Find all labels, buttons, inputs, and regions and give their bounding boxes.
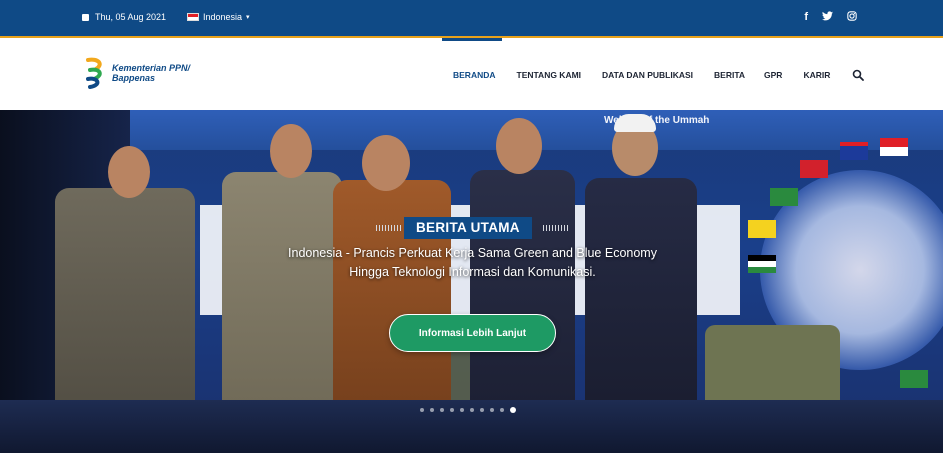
flag-graphic xyxy=(900,370,928,388)
slide-dot[interactable] xyxy=(430,408,434,412)
language-selector[interactable]: Indonesia ▾ xyxy=(187,12,250,22)
more-info-button[interactable]: Informasi Lebih Lanjut xyxy=(389,314,556,352)
indonesia-flag-icon xyxy=(187,13,199,21)
slide-dot[interactable] xyxy=(460,408,464,412)
bappenas-logo-icon xyxy=(86,57,102,89)
menu-item-karir[interactable]: KARIR xyxy=(803,70,830,80)
date-display: Thu, 05 Aug 2021 xyxy=(82,12,166,22)
logo-line1: Kementerian PPN/ xyxy=(112,63,191,73)
flag-graphic xyxy=(748,220,776,238)
menu-item-beranda[interactable]: BERANDA xyxy=(453,70,496,80)
twitter-icon[interactable] xyxy=(822,11,833,24)
slide-dot[interactable] xyxy=(490,408,494,412)
flag-graphic xyxy=(840,142,868,160)
menu-item-tentang-kami[interactable]: TENTANG KAMI xyxy=(517,70,582,80)
menu-item-data-dan-publikasi[interactable]: DATA DAN PUBLIKASI xyxy=(602,70,693,80)
active-indicator xyxy=(442,38,502,41)
slide-dot-active[interactable] xyxy=(510,407,516,413)
top-bar: Thu, 05 Aug 2021 Indonesia ▾ f xyxy=(0,0,943,38)
calendar-icon xyxy=(82,13,89,21)
slider-pagination xyxy=(420,407,516,413)
flag-graphic xyxy=(800,160,828,178)
slide-dot[interactable] xyxy=(470,408,474,412)
person-head-graphic xyxy=(108,146,150,198)
hero-headline[interactable]: Indonesia - Prancis Perkuat Kerja Sama G… xyxy=(280,244,665,282)
social-links: f xyxy=(804,11,857,24)
facebook-icon[interactable]: f xyxy=(804,11,808,24)
search-icon[interactable] xyxy=(852,69,864,81)
white-cap-graphic xyxy=(614,114,656,132)
badge-stripe-left xyxy=(376,225,402,231)
flag-graphic xyxy=(880,138,908,156)
menu-item-berita[interactable]: BERITA xyxy=(714,70,745,80)
slide-dot[interactable] xyxy=(480,408,484,412)
chevron-down-icon: ▾ xyxy=(246,14,250,21)
berita-utama-badge: BERITA UTAMA xyxy=(404,217,532,239)
slide-dot[interactable] xyxy=(440,408,444,412)
slide-dot[interactable] xyxy=(500,408,504,412)
logo-line2: Bappenas xyxy=(112,73,156,83)
badge-stripe-right xyxy=(543,225,569,231)
person-head-graphic xyxy=(362,135,410,191)
menu-item-gpr[interactable]: GPR xyxy=(764,70,782,80)
instagram-icon[interactable] xyxy=(847,11,857,24)
language-label: Indonesia xyxy=(203,12,243,22)
flag-graphic xyxy=(748,255,776,273)
slide-dot[interactable] xyxy=(420,408,424,412)
main-navbar: Kementerian PPN/ Bappenas BERANDA TENTAN… xyxy=(0,38,943,110)
person-head-graphic xyxy=(270,124,312,178)
person-head-graphic xyxy=(496,118,542,174)
bappenas-logo[interactable]: Kementerian PPN/ Bappenas xyxy=(84,57,190,89)
slide-dot[interactable] xyxy=(450,408,454,412)
flag-graphic xyxy=(770,188,798,206)
date-text: Thu, 05 Aug 2021 xyxy=(95,12,167,22)
main-menu: BERANDA TENTANG KAMI DATA DAN PUBLIKASI … xyxy=(453,70,830,80)
